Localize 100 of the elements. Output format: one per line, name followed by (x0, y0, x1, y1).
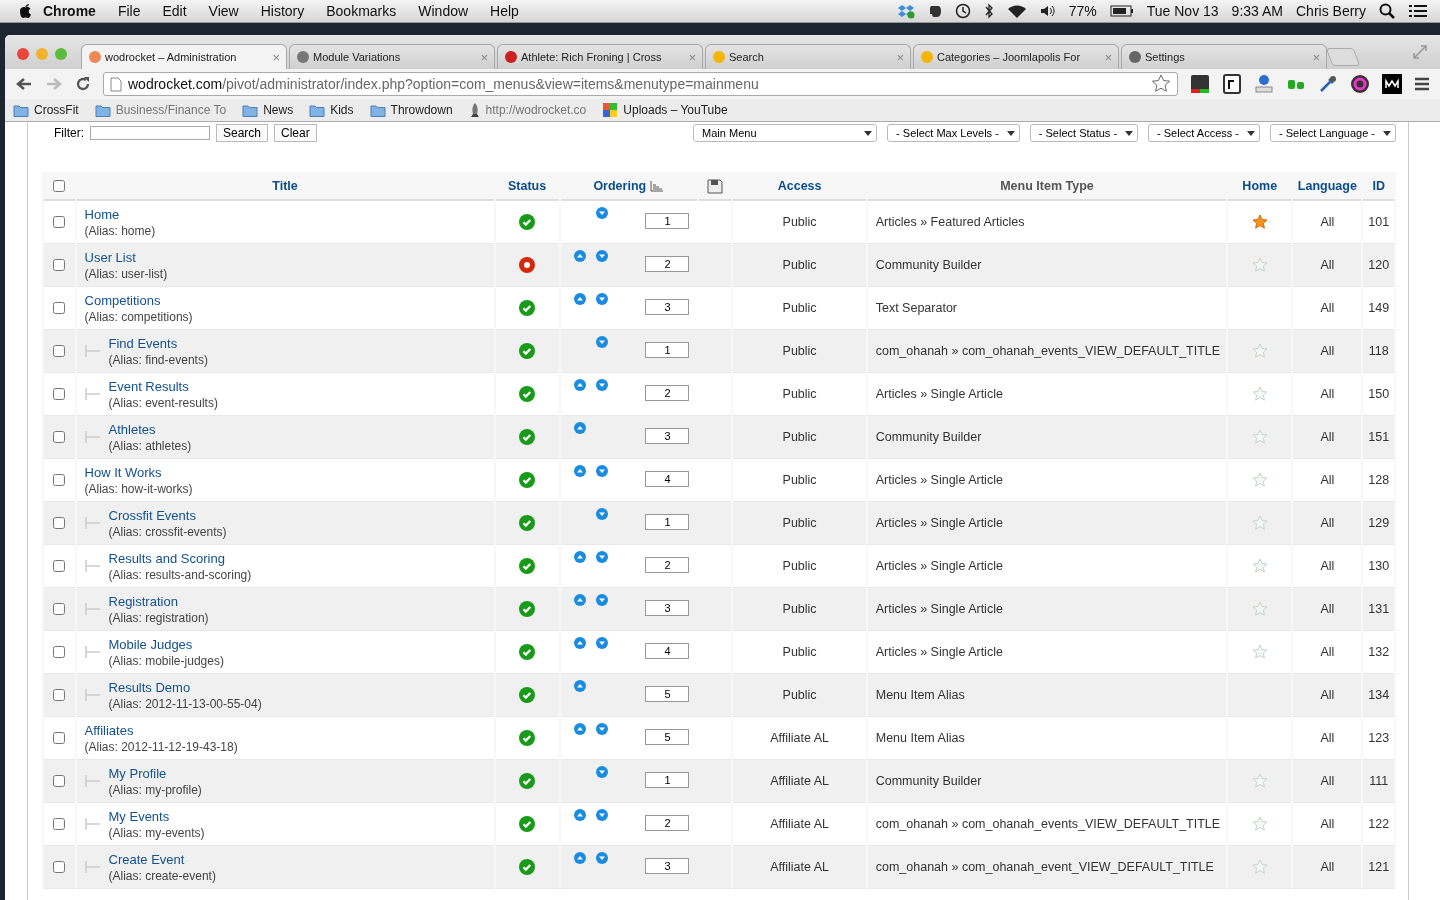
menu-item-link[interactable]: My Events (108, 808, 170, 824)
published-check-icon[interactable] (519, 687, 536, 703)
order-field[interactable]: 3 (645, 600, 690, 616)
browser-tab[interactable]: wodrocket – Administration × (81, 44, 287, 69)
address-bar[interactable]: wodrocket.com/pivot/administrator/index.php?option=com_menus&view=items&menutype=mainmenu (103, 72, 1178, 96)
bookmark-item[interactable]: Business/Finance To (94, 103, 227, 117)
published-check-icon[interactable] (519, 644, 536, 660)
order-field[interactable]: 3 (645, 299, 690, 315)
color-wheel-icon[interactable] (1350, 74, 1370, 94)
published-check-icon[interactable] (519, 730, 536, 746)
row-checkbox[interactable] (53, 345, 66, 357)
move-down-icon[interactable] (595, 293, 608, 305)
move-down-icon[interactable] (595, 637, 608, 649)
close-window-button[interactable] (17, 48, 29, 60)
move-up-icon[interactable] (573, 723, 586, 735)
extension-icon[interactable] (1382, 74, 1402, 94)
star-outline-icon[interactable] (1251, 773, 1268, 789)
filter-button[interactable]: Search (216, 124, 269, 142)
menu-item[interactable]: Bookmarks (315, 3, 408, 19)
bookmark-item[interactable]: CrossFit (13, 103, 79, 117)
row-checkbox[interactable] (53, 603, 66, 615)
battery-icon[interactable] (1109, 5, 1134, 17)
search-icon[interactable] (1379, 3, 1395, 19)
move-down-icon[interactable] (595, 336, 608, 348)
clock-date[interactable]: Tue Nov 13 (1146, 3, 1219, 19)
row-checkbox[interactable] (53, 861, 66, 873)
filter-select[interactable]: - Select Status - (1029, 124, 1139, 142)
row-checkbox[interactable] (53, 646, 66, 658)
menu-item-link[interactable]: My Profile (108, 765, 167, 781)
menu-item[interactable]: Edit (151, 3, 198, 19)
row-checkbox[interactable] (53, 732, 66, 744)
published-check-icon[interactable] (519, 515, 536, 531)
move-down-icon[interactable] (595, 766, 608, 778)
apple-icon[interactable] (18, 3, 32, 19)
order-field[interactable]: 4 (645, 643, 690, 659)
order-field[interactable]: 3 (645, 858, 690, 874)
order-field[interactable]: 1 (645, 342, 690, 358)
published-check-icon[interactable] (519, 472, 536, 488)
published-check-icon[interactable] (519, 429, 536, 445)
star-outline-icon[interactable] (1251, 558, 1268, 574)
move-up-icon[interactable] (573, 637, 586, 649)
browser-tab[interactable]: Settings × (1121, 44, 1327, 69)
row-checkbox[interactable] (53, 388, 66, 400)
browser-tab[interactable]: Categories – Joomlapolis For × (913, 44, 1119, 69)
star-outline-icon[interactable] (1251, 816, 1268, 832)
menu-item[interactable]: View (197, 3, 250, 19)
published-check-icon[interactable] (519, 816, 536, 832)
published-check-icon[interactable] (519, 601, 536, 617)
menu-item-link[interactable]: Create Event (108, 851, 185, 867)
move-up-icon[interactable] (573, 809, 586, 821)
list-icon[interactable] (1408, 3, 1428, 19)
bookmark-item[interactable]: Throwdown (369, 103, 453, 117)
row-checkbox[interactable] (53, 302, 66, 314)
menu-item-link[interactable]: Athletes (108, 421, 156, 437)
menu-item-link[interactable]: Results Demo (108, 679, 191, 695)
row-checkbox[interactable] (53, 775, 66, 787)
menu-item[interactable]: Window (407, 3, 480, 19)
move-up-icon[interactable] (573, 250, 586, 262)
filter-select[interactable]: - Select Access - (1148, 124, 1260, 142)
published-check-icon[interactable] (519, 859, 536, 875)
menu-item-link[interactable]: Event Results (108, 378, 189, 394)
column-sort-link[interactable]: Title (272, 178, 298, 193)
move-up-icon[interactable] (573, 293, 586, 305)
column-sort-link[interactable]: ID (1372, 178, 1385, 193)
move-up-icon[interactable] (573, 465, 586, 477)
extension-icon[interactable] (1222, 74, 1242, 94)
star-outline-icon[interactable] (1251, 386, 1268, 402)
move-up-icon[interactable] (573, 551, 586, 563)
expand-icon[interactable] (1412, 44, 1428, 60)
move-up-icon[interactable] (573, 594, 586, 606)
menu-item-link[interactable]: How It Works (84, 464, 162, 480)
move-down-icon[interactable] (595, 465, 608, 477)
published-check-icon[interactable] (519, 558, 536, 574)
filter-select[interactable]: - Select Language - (1270, 124, 1396, 142)
column-sort-link[interactable]: Access (777, 178, 822, 193)
menu-item-link[interactable]: Competitions (84, 292, 161, 308)
menu-item[interactable]: Help (479, 3, 530, 19)
order-field[interactable]: 5 (645, 686, 690, 702)
star-icon[interactable] (1251, 214, 1268, 230)
bookmark-item[interactable]: News (242, 103, 294, 117)
sort-icon[interactable] (650, 179, 665, 192)
row-checkbox[interactable] (53, 216, 66, 228)
filter-field[interactable] (90, 126, 210, 140)
order-field[interactable]: 1 (645, 772, 690, 788)
order-field[interactable]: 3 (645, 428, 690, 444)
bookmark-item[interactable]: Uploads – YouTube (602, 102, 728, 118)
move-up-icon[interactable] (573, 852, 586, 864)
wifi-icon[interactable] (1006, 3, 1027, 19)
order-field[interactable]: 4 (645, 471, 690, 487)
filter-button[interactable]: Clear (274, 124, 317, 142)
select-all-checkbox[interactable] (53, 179, 66, 192)
browser-tab[interactable]: Search × (705, 44, 911, 69)
menu-item[interactable]: File (106, 3, 152, 19)
menu-item-link[interactable]: Home (84, 206, 120, 222)
published-check-icon[interactable] (519, 386, 536, 402)
star-outline-icon[interactable] (1251, 859, 1268, 875)
menu-item-link[interactable]: Crossfit Events (108, 507, 196, 523)
back-icon[interactable] (15, 76, 33, 92)
row-checkbox[interactable] (53, 689, 66, 701)
star-outline-icon[interactable] (1251, 257, 1268, 273)
